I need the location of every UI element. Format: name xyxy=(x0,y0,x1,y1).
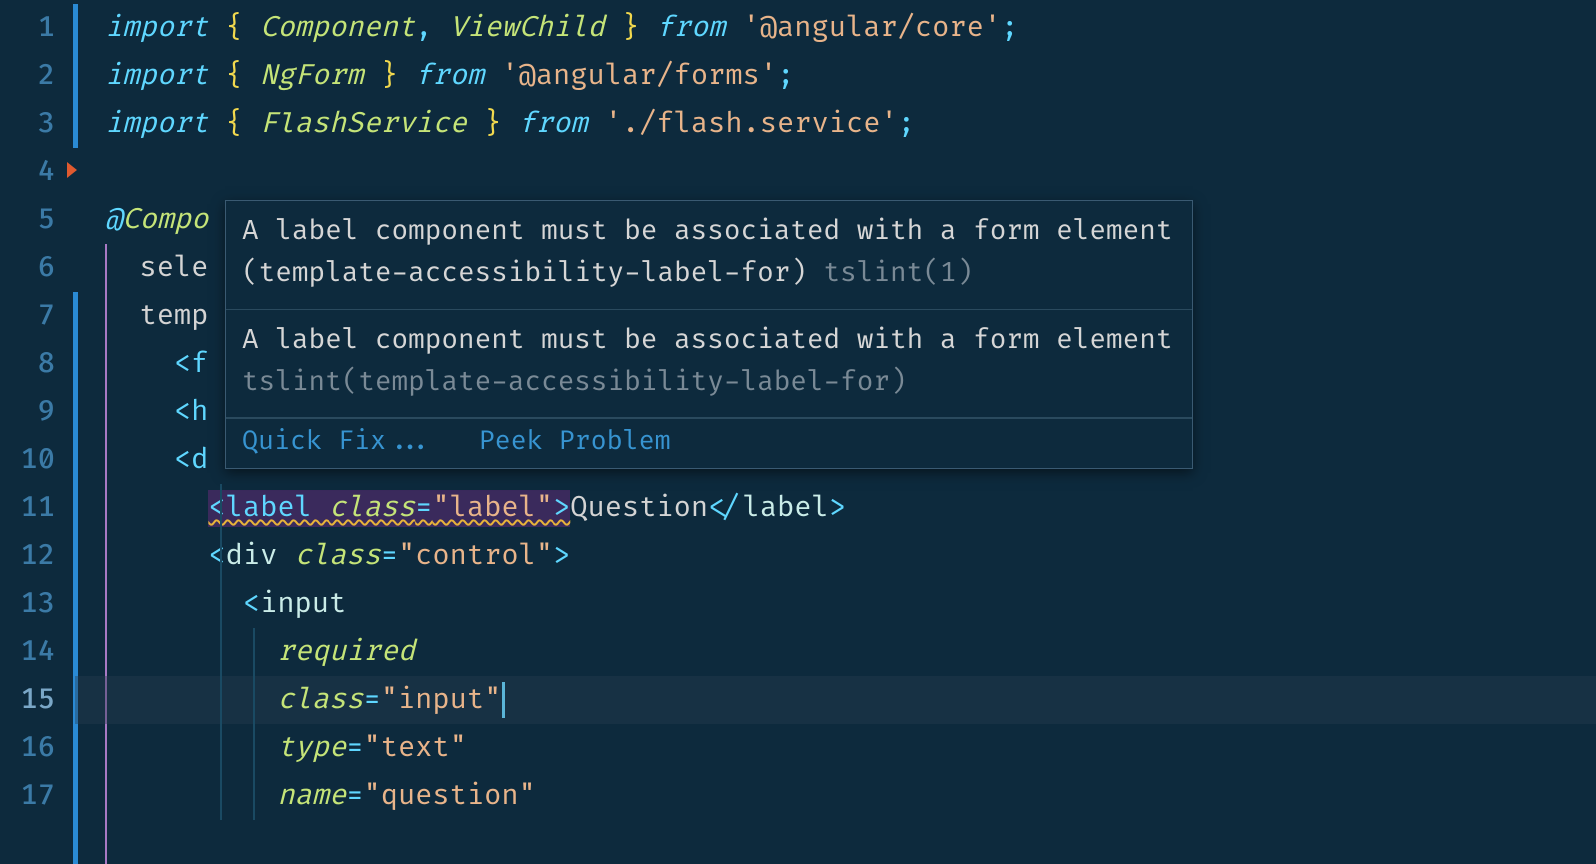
line-number: 15 xyxy=(0,676,75,724)
code-line[interactable]: required xyxy=(75,628,1596,676)
peek-problem-link[interactable]: Peek Problem xyxy=(479,425,671,457)
line-number: 5 xyxy=(0,196,75,244)
line-number: 9 xyxy=(0,388,75,436)
diagnostic-actions: Quick Fix... Peek Problem xyxy=(226,418,1192,468)
line-number: 3 xyxy=(0,100,75,148)
code-line[interactable]: <label class="label">Question</label> xyxy=(75,484,1596,532)
code-line[interactable]: <input xyxy=(75,580,1596,628)
line-number: 12 xyxy=(0,532,75,580)
code-line[interactable] xyxy=(75,148,1596,196)
line-number: 8 xyxy=(0,340,75,388)
code-line[interactable]: name="question" xyxy=(75,772,1596,820)
line-number: 1 xyxy=(0,4,75,52)
code-line[interactable]: type="text" xyxy=(75,724,1596,772)
line-number: 7 xyxy=(0,292,75,340)
code-line[interactable]: <div class="control"> xyxy=(75,532,1596,580)
lint-warning-span[interactable]: <label class="label"> xyxy=(208,490,570,527)
line-number: 2 xyxy=(0,52,75,100)
diagnostic-hover: A label component must be associated wit… xyxy=(225,200,1193,469)
code-line[interactable]: import { Component, ViewChild } from '@a… xyxy=(75,4,1596,52)
code-line[interactable]: import { NgForm } from '@angular/forms'; xyxy=(75,52,1596,100)
diagnostic-message: A label component must be associated wit… xyxy=(226,310,1192,419)
code-line[interactable]: class="input" xyxy=(75,676,1596,724)
code-line[interactable]: import { FlashService } from './flash.se… xyxy=(75,100,1596,148)
line-number: 4 xyxy=(0,148,75,196)
line-number-gutter: 1 2 3 4 5 6 7 8 9 10 11 12 13 14 15 16 1… xyxy=(0,0,75,864)
diagnostic-message: A label component must be associated wit… xyxy=(226,201,1192,310)
line-number: 6 xyxy=(0,244,75,292)
quick-fix-link[interactable]: Quick Fix... xyxy=(242,425,434,457)
line-number: 17 xyxy=(0,772,75,820)
line-number: 16 xyxy=(0,724,75,772)
text-cursor xyxy=(502,682,505,718)
line-number: 14 xyxy=(0,628,75,676)
line-number: 10 xyxy=(0,436,75,484)
line-number: 13 xyxy=(0,580,75,628)
line-number: 11 xyxy=(0,484,75,532)
